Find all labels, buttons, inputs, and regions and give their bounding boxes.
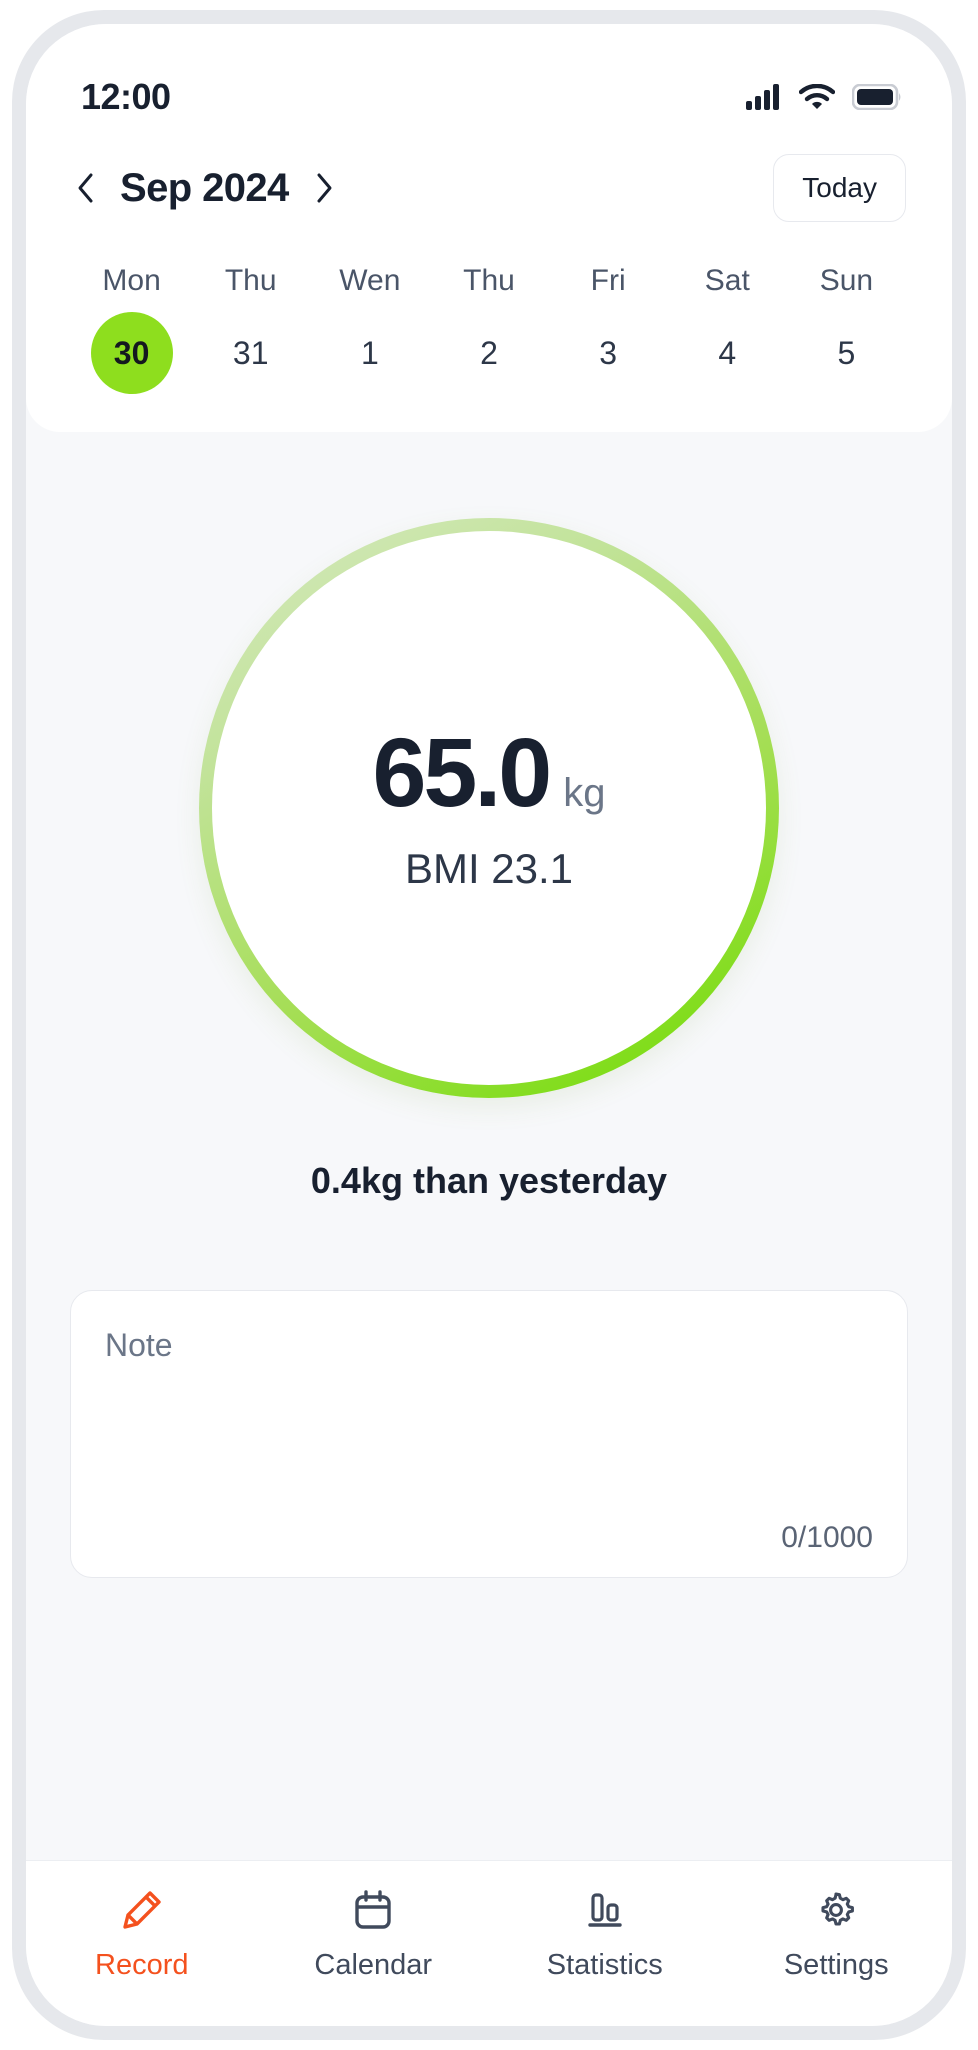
weekday-label: Fri — [590, 264, 626, 297]
date-row: 30 31 1 2 3 4 5 — [72, 312, 906, 394]
weight-ring[interactable]: 65.0 kg BMI 23.1 — [199, 518, 779, 1098]
record-main: 65.0 kg BMI 23.1 0.4kg than yesterday No… — [26, 432, 952, 1860]
month-label[interactable]: Sep 2024 — [120, 166, 289, 211]
pencil-icon — [123, 1891, 161, 1929]
date-pill[interactable]: 5 — [805, 312, 887, 394]
weekday-label: Wen — [339, 264, 401, 297]
date-cell[interactable]: 30 — [72, 312, 191, 394]
phone-screen: 12:00 Sep 2024 Today Mon Thu Wen Thu Fri… — [26, 24, 952, 2026]
weekday-row: Mon Thu Wen Thu Fri Sat Sun — [72, 264, 906, 298]
weight-display: 65.0 kg — [372, 724, 605, 821]
signal-icon — [746, 84, 779, 110]
tab-settings[interactable]: Settings — [721, 1887, 953, 1982]
battery-icon — [852, 84, 901, 110]
date-cell[interactable]: 4 — [668, 312, 787, 394]
weight-delta: 0.4kg than yesterday — [310, 1160, 668, 1201]
date-pill[interactable]: 2 — [448, 312, 530, 394]
tab-label-statistics: Statistics — [546, 1949, 663, 1981]
tab-label-settings: Settings — [783, 1949, 889, 1981]
date-cell[interactable]: 2 — [429, 312, 548, 394]
weekday-label: Thu — [463, 264, 515, 297]
date-pill-selected[interactable]: 30 — [90, 312, 173, 394]
date-pill[interactable]: 4 — [686, 312, 768, 394]
weight-unit: kg — [563, 770, 606, 815]
month-navigation: Sep 2024 — [72, 166, 337, 211]
wifi-icon — [799, 83, 835, 109]
date-cell[interactable]: 31 — [191, 312, 310, 394]
phone-frame: 12:00 Sep 2024 Today Mon Thu Wen Thu Fri… — [12, 10, 966, 2040]
weekday-label: Thu — [224, 264, 277, 297]
date-pill[interactable]: 31 — [210, 312, 292, 394]
bar-chart-icon — [588, 1893, 622, 1927]
date-pill[interactable]: 3 — [567, 312, 649, 394]
bmi-value: BMI 23.1 — [404, 844, 574, 892]
weekday-label: Sat — [704, 264, 750, 297]
note-counter: 0/1000 — [781, 1521, 873, 1554]
date-cell[interactable]: 3 — [549, 312, 668, 394]
date-cell[interactable]: 5 — [787, 312, 906, 394]
tab-label-record: Record — [95, 1949, 189, 1981]
chevron-left-icon[interactable] — [72, 173, 98, 203]
calendar-card: Sep 2024 Today Mon Thu Wen Thu Fri Sat S… — [26, 136, 952, 432]
status-bar: 12:00 — [26, 24, 952, 136]
status-time: 12:00 — [81, 76, 171, 117]
weight-ring-inner: 65.0 kg BMI 23.1 — [212, 531, 766, 1085]
note-placeholder: Note — [105, 1327, 173, 1363]
today-button[interactable]: Today — [773, 154, 906, 222]
calendar-header: Sep 2024 Today — [72, 136, 906, 240]
bottom-tab-bar: Record Calendar Statistics Settings — [26, 1860, 952, 2026]
weight-value: 65.0 — [372, 717, 552, 827]
note-field[interactable]: Note 0/1000 — [70, 1290, 908, 1578]
tab-calendar[interactable]: Calendar — [258, 1887, 490, 1982]
gear-icon — [821, 1892, 855, 1926]
weekday-label: Mon — [102, 264, 161, 297]
date-cell[interactable]: 1 — [310, 312, 429, 394]
tab-record[interactable]: Record — [26, 1887, 258, 1982]
status-icons — [746, 83, 902, 111]
calendar-icon — [355, 1890, 391, 1929]
tab-statistics[interactable]: Statistics — [489, 1887, 721, 1982]
tab-label-calendar: Calendar — [314, 1949, 433, 1981]
chevron-right-icon[interactable] — [311, 173, 337, 203]
weekday-label: Sun — [819, 264, 874, 297]
date-pill[interactable]: 1 — [329, 312, 411, 394]
